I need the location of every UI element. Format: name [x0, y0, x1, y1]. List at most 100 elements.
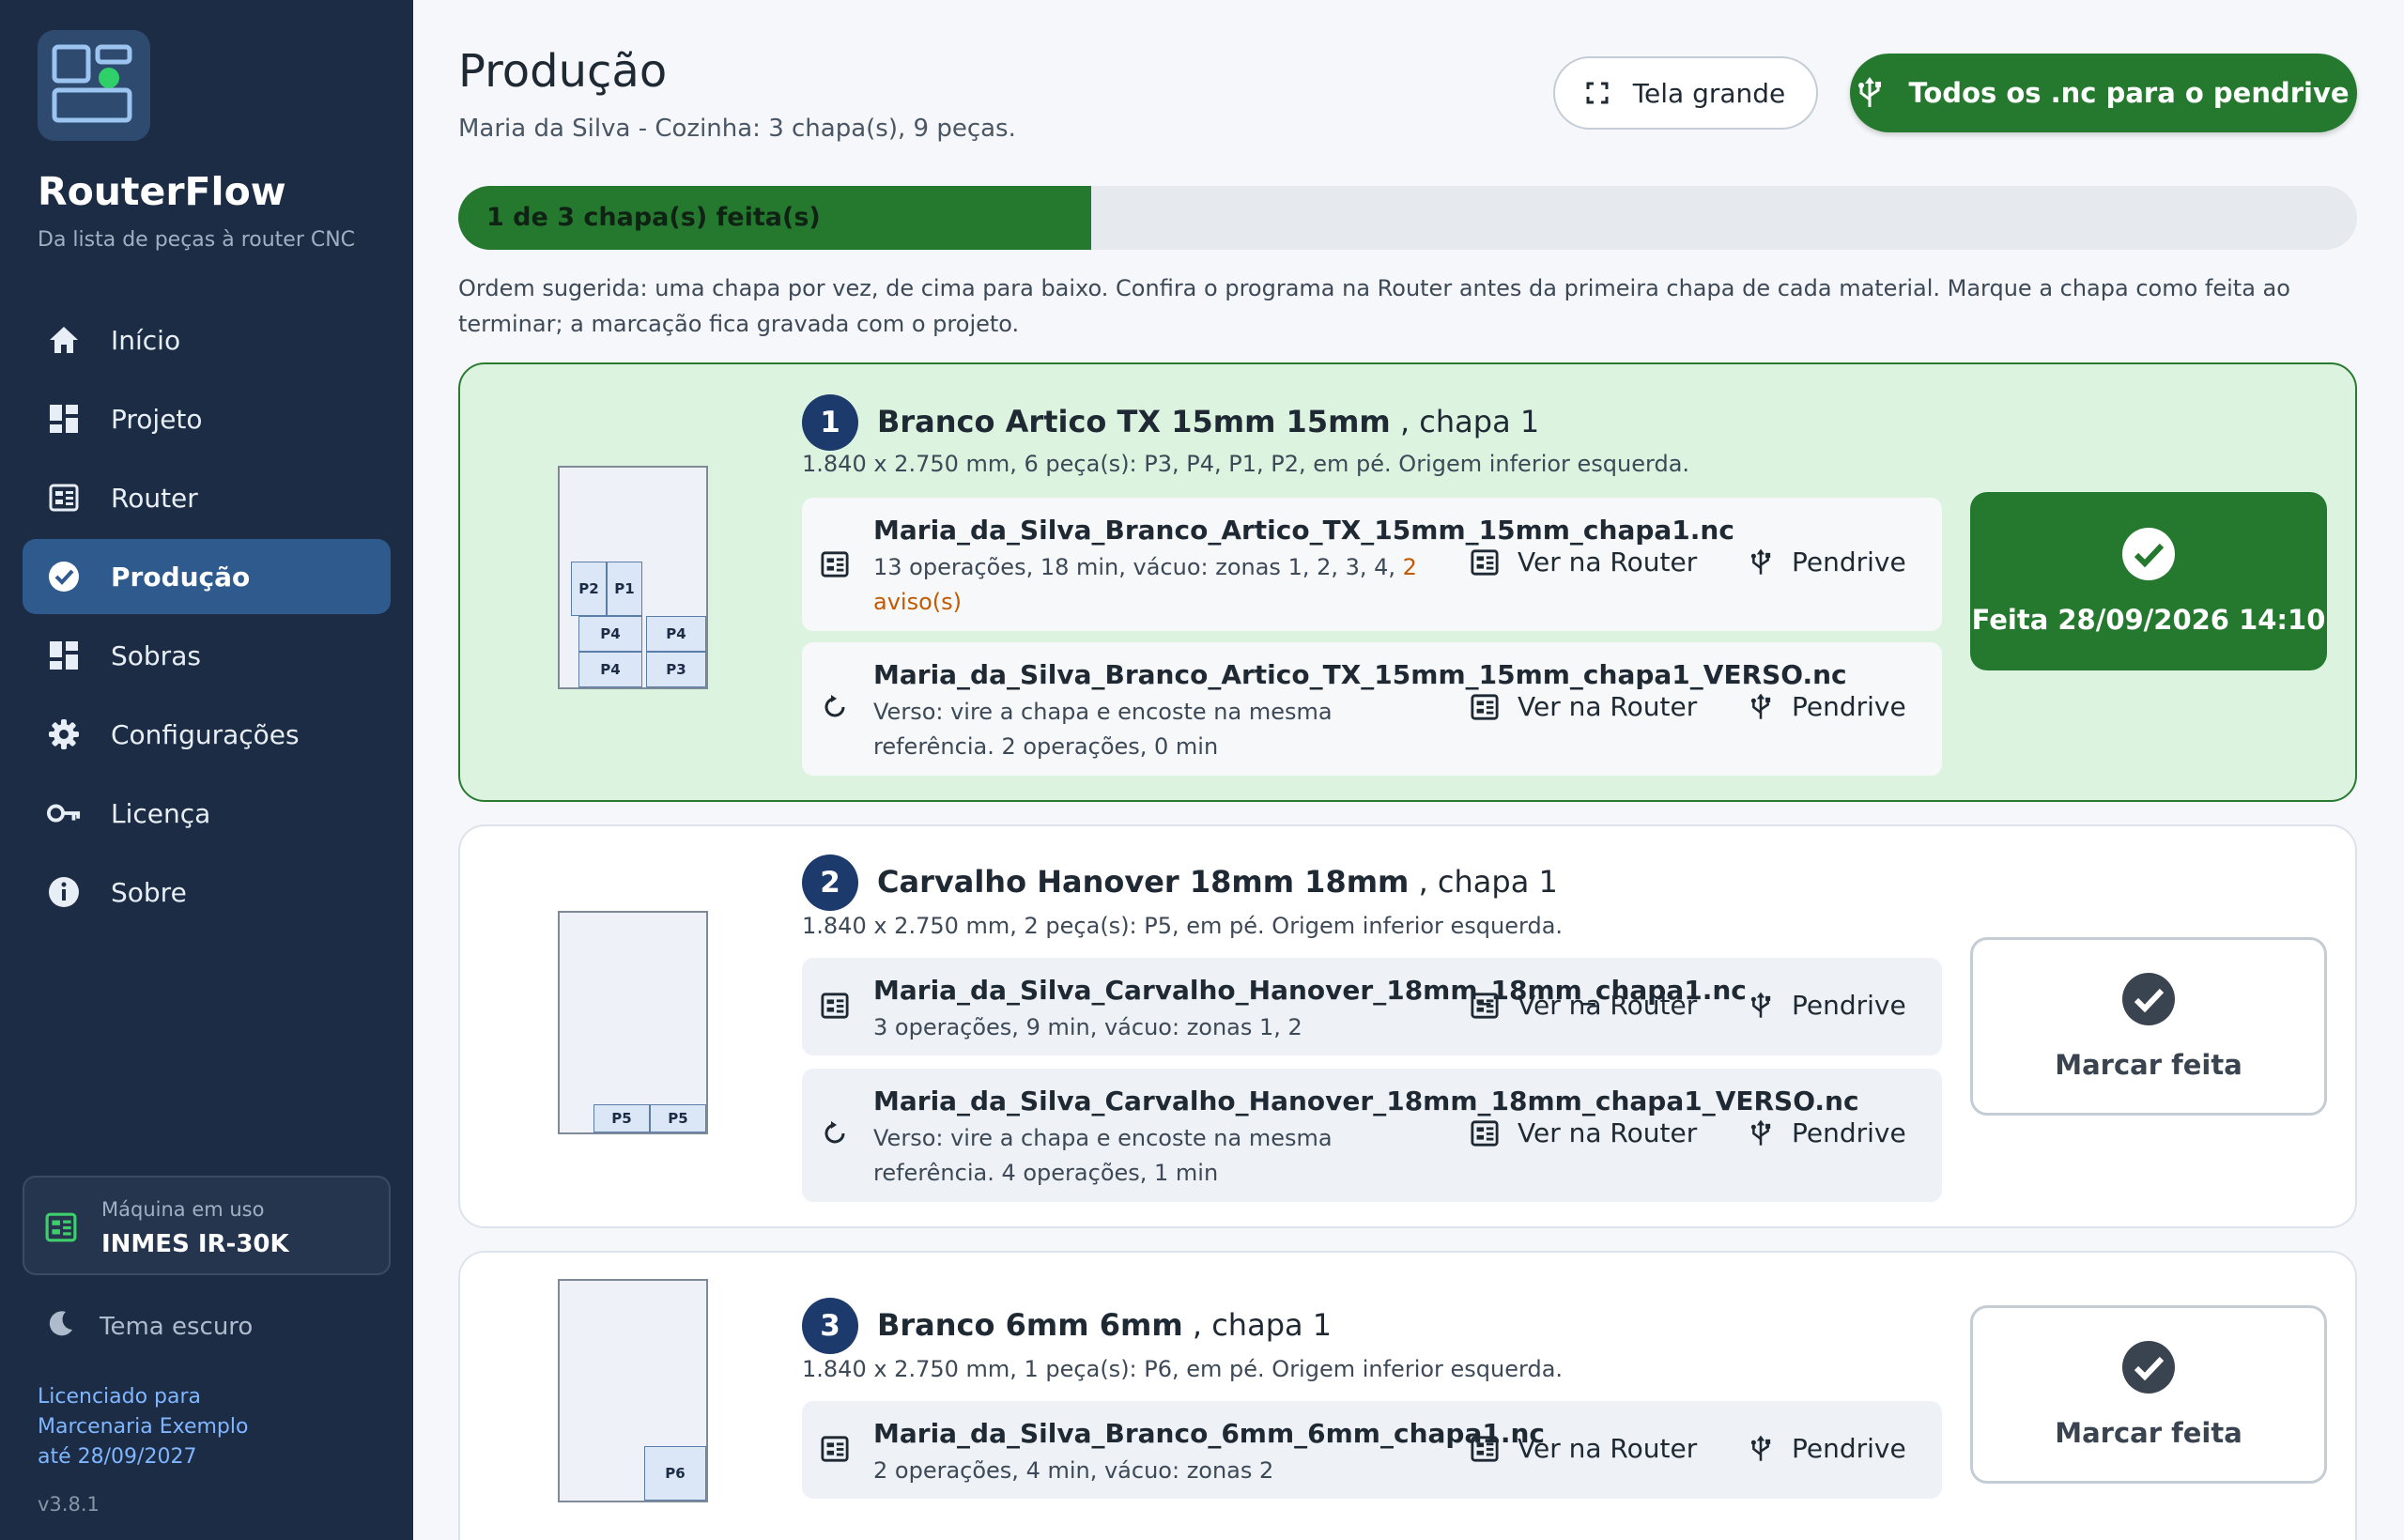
view-in-router-label: Ver na Router — [1518, 547, 1698, 578]
nc-file-row: Maria_da_Silva_Carvalho_Hanover_18mm_18m… — [802, 958, 1942, 1055]
usb-export-label: Pendrive — [1792, 547, 1906, 578]
sheet-number: 1 — [802, 394, 858, 451]
piece-label: P4 — [578, 616, 642, 652]
sidebar-item-label: Licença — [111, 797, 211, 829]
nc-file-name: Maria_da_Silva_Branco_6mm_6mm_chapa1.nc — [873, 1418, 1545, 1449]
sidebar-item-label: Sobre — [111, 876, 187, 908]
flip-icon — [821, 693, 849, 725]
nc-file-row: Maria_da_Silva_Carvalho_Hanover_18mm_18m… — [802, 1069, 1942, 1202]
sheet-done-label: Feita 28/09/2026 14:10 — [1971, 604, 2326, 636]
sheet-material: Carvalho Hanover 18mm 18mm — [877, 864, 1410, 900]
sidebar-item-label: Projeto — [111, 403, 203, 435]
moon-icon — [47, 1309, 75, 1344]
nc-file-name: Maria_da_Silva_Branco_Artico_TX_15mm_15m… — [873, 515, 1734, 546]
view-in-router-button[interactable]: Ver na Router — [1471, 691, 1697, 722]
sheet-info: 1.840 x 2.750 mm, 1 peça(s): P6, em pé. … — [802, 1356, 1564, 1382]
license-info[interactable]: Licenciado para Marcenaria Exemplo até 2… — [38, 1382, 319, 1472]
sidebar-item-sobre[interactable]: Sobre — [23, 855, 391, 930]
view-in-router-button[interactable]: Ver na Router — [1471, 547, 1697, 578]
piece-label: P1 — [607, 562, 642, 616]
router-icon — [821, 550, 849, 582]
dashboard-icon — [47, 402, 81, 436]
usb-export-label: Pendrive — [1792, 1117, 1906, 1148]
sidebar-item-label: Router — [111, 482, 198, 514]
sidebar-item-inicio[interactable]: Início — [23, 302, 391, 377]
view-in-router-button[interactable]: Ver na Router — [1471, 1117, 1697, 1148]
sheet-card: P6 3 Branco 6mm 6mm , chapa 1 1.840 x 2.… — [458, 1251, 2357, 1540]
app-tagline: Da lista de peças à router CNC — [38, 228, 356, 252]
mark-done-button[interactable]: Marcar feita — [1970, 937, 2327, 1116]
router-icon — [1471, 992, 1499, 1019]
sidebar-item-label: Início — [111, 324, 181, 356]
nc-file-meta: Verso: vire a chapa e encoste na mesma r… — [873, 1125, 1333, 1186]
sheet-info: 1.840 x 2.750 mm, 6 peça(s): P3, P4, P1,… — [802, 451, 1690, 477]
usb-export-button[interactable]: Pendrive — [1750, 990, 1906, 1021]
gear-icon — [47, 717, 81, 751]
mark-done-label: Marcar feita — [2055, 1417, 2242, 1449]
sheet-card: P2 P1 P4 P4 P4 P3 1 Branco Artico TX 15m… — [458, 362, 2357, 802]
sheet-suffix: , chapa 1 — [1418, 864, 1558, 900]
sidebar-item-label: Configurações — [111, 718, 300, 750]
check-circle-icon — [2122, 973, 2175, 1025]
license-line: Marcenaria Exemplo — [38, 1415, 249, 1439]
nc-file-row: Maria_da_Silva_Branco_6mm_6mm_chapa1.nc … — [802, 1401, 1942, 1499]
nc-file-meta: 3 operações, 9 min, vácuo: zonas 1, 2 — [873, 1014, 1302, 1040]
export-all-usb-label: Todos os .nc para o pendrive — [1908, 77, 2350, 109]
sheet-title: Branco 6mm 6mm , chapa 1 — [877, 1307, 1332, 1343]
nc-file-meta: 13 operações, 18 min, vácuo: zonas 1, 2,… — [873, 550, 1437, 620]
usb-export-button[interactable]: Pendrive — [1750, 691, 1906, 722]
usb-icon — [1750, 992, 1771, 1018]
fullscreen-button[interactable]: Tela grande — [1553, 56, 1818, 130]
view-in-router-label: Ver na Router — [1518, 990, 1698, 1021]
sheet-material: Branco Artico TX 15mm 15mm — [877, 404, 1391, 439]
sheet-done-button[interactable]: Feita 28/09/2026 14:10 — [1970, 492, 2327, 670]
usb-icon — [1750, 1119, 1771, 1146]
piece-label: P4 — [646, 616, 706, 652]
check-circle-icon — [2122, 528, 2175, 580]
app-logo — [38, 30, 150, 141]
sheet-suffix: , chapa 1 — [1192, 1307, 1333, 1343]
usb-export-button[interactable]: Pendrive — [1750, 547, 1906, 578]
machine-selector[interactable]: Máquina em uso INMES IR-30K — [23, 1176, 391, 1275]
fullscreen-icon — [1586, 82, 1609, 104]
export-all-usb-button[interactable]: Todos os .nc para o pendrive — [1850, 54, 2357, 132]
usb-export-button[interactable]: Pendrive — [1750, 1433, 1906, 1464]
sheet-preview: P2 P1 P4 P4 P4 P3 — [558, 466, 708, 689]
flip-icon — [821, 1119, 849, 1151]
sidebar-item-licenca[interactable]: Licença — [23, 776, 391, 851]
mark-done-label: Marcar feita — [2055, 1049, 2242, 1081]
home-icon — [47, 323, 81, 357]
router-icon — [1471, 1435, 1499, 1462]
sidebar-item-configuracoes[interactable]: Configurações — [23, 697, 391, 772]
sheet-material: Branco 6mm 6mm — [877, 1307, 1183, 1343]
license-line: Licenciado para — [38, 1385, 202, 1409]
nc-file-name: Maria_da_Silva_Branco_Artico_TX_15mm_15m… — [873, 659, 1847, 690]
usb-export-label: Pendrive — [1792, 990, 1906, 1021]
usb-export-button[interactable]: Pendrive — [1750, 1117, 1906, 1148]
check-circle-icon — [47, 560, 81, 593]
progress-text: 1 de 3 chapa(s) feita(s) — [486, 203, 821, 232]
view-in-router-button[interactable]: Ver na Router — [1471, 990, 1697, 1021]
view-in-router-button[interactable]: Ver na Router — [1471, 1433, 1697, 1464]
router-icon — [1471, 693, 1499, 720]
nc-file-meta: Verso: vire a chapa e encoste na mesma r… — [873, 699, 1333, 760]
nc-file-meta: 2 operações, 4 min, vácuo: zonas 2 — [873, 1457, 1274, 1484]
info-icon — [47, 875, 81, 909]
sidebar-item-sobras[interactable]: Sobras — [23, 618, 391, 693]
sidebar-item-projeto[interactable]: Projeto — [23, 381, 391, 456]
nc-file-row: Maria_da_Silva_Branco_Artico_TX_15mm_15m… — [802, 498, 1942, 631]
mark-done-button[interactable]: Marcar feita — [1970, 1305, 2327, 1484]
sidebar-item-router[interactable]: Router — [23, 460, 391, 535]
sheet-preview: P5 P5 — [558, 911, 708, 1134]
sidebar-item-producao[interactable]: Produção — [23, 539, 391, 614]
sidebar-item-label: Sobras — [111, 639, 201, 671]
router-icon — [47, 481, 81, 515]
sheet-preview: P6 — [558, 1279, 708, 1502]
nc-file-meta-text: 13 operações, 18 min, vácuo: zonas 1, 2,… — [873, 554, 1403, 580]
theme-toggle[interactable]: Tema escuro — [47, 1309, 253, 1344]
machine-name: INMES IR-30K — [101, 1230, 289, 1258]
view-in-router-label: Ver na Router — [1518, 691, 1698, 722]
usb-icon — [1858, 77, 1882, 107]
piece-label: P6 — [644, 1446, 706, 1501]
piece-label: P2 — [571, 562, 607, 616]
